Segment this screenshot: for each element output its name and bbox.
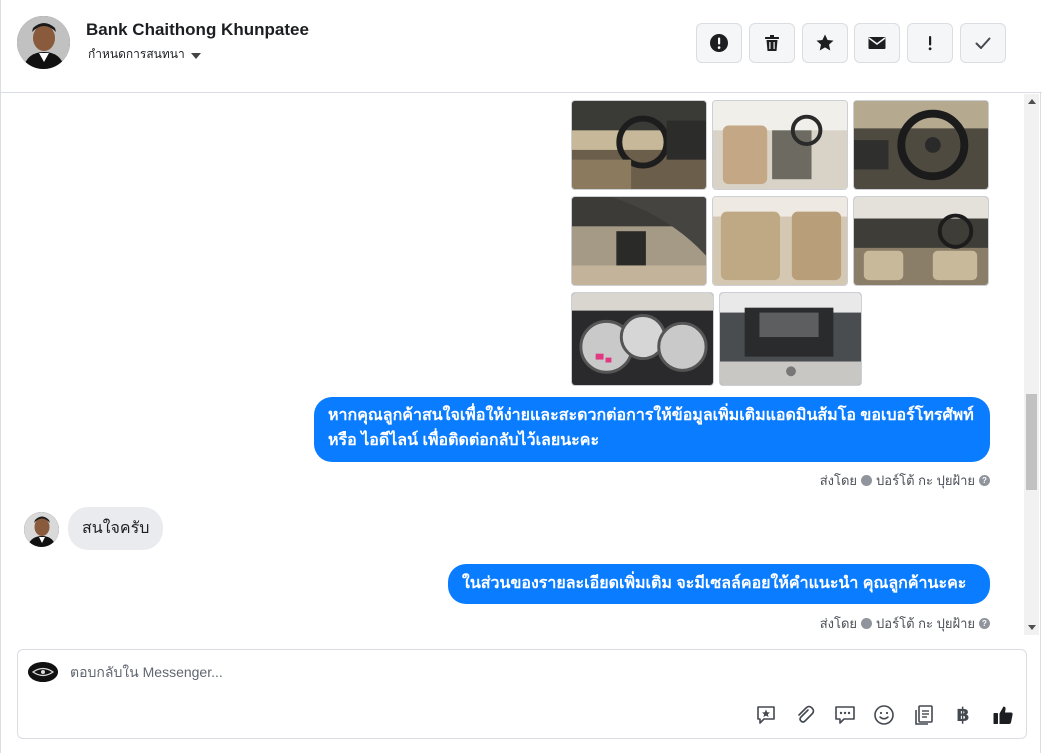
- message-photo[interactable]: [571, 100, 707, 190]
- outgoing-message-bubble[interactable]: หากคุณลูกค้าสนใจเพื่อให้ง่ายและสะดวกต่อก…: [314, 397, 990, 462]
- chevron-down-icon: [190, 52, 201, 59]
- sent-by-label: ส่งโดย ปอร์โต้ กะ ปุยฝ้าย ?: [820, 613, 990, 634]
- envelope-icon: [868, 37, 886, 49]
- attachment-button[interactable]: [792, 702, 818, 728]
- outgoing-message-bubble[interactable]: ในส่วนของรายละเอียดเพิ่มเติม จะมีเซลล์คอ…: [448, 564, 990, 604]
- reply-composer: ฿: [17, 649, 1027, 739]
- message-photo[interactable]: [853, 100, 989, 190]
- catalog-button[interactable]: [911, 702, 937, 728]
- scroll-up-arrow[interactable]: [1028, 99, 1036, 104]
- saved-reply-button[interactable]: [753, 702, 779, 728]
- delete-button[interactable]: [749, 23, 795, 63]
- scrollbar-thumb[interactable]: [1026, 394, 1037, 490]
- sent-by-agent: ปอร์โต้ กะ ปุยฝ้าย: [876, 473, 975, 488]
- alert-circle-icon: [710, 34, 728, 52]
- message-photo[interactable]: [719, 292, 862, 386]
- message-photo[interactable]: [571, 292, 714, 386]
- mark-spam-button[interactable]: [696, 23, 742, 63]
- reply-input[interactable]: [70, 664, 710, 680]
- attachment-icon: [798, 705, 815, 723]
- emoji-button[interactable]: [871, 702, 897, 728]
- thread-scrollbar[interactable]: [1024, 94, 1039, 635]
- sent-by-prefix: ส่งโดย: [819, 616, 858, 631]
- verified-agent-icon: [861, 475, 873, 486]
- sent-by-label: ส่งโดย ปอร์โต้ กะ ปุยฝ้าย ?: [820, 470, 990, 491]
- message-thread: หากคุณลูกค้าสนใจเพื่อให้ง่ายและสะดวกต่อก…: [1, 94, 1024, 635]
- conversation-header: Bank Chaithong Khunpatee กำหนดการสนทนา: [1, 0, 1042, 93]
- like-icon: [993, 706, 1013, 724]
- contact-avatar-small[interactable]: [24, 512, 59, 547]
- scroll-down-arrow[interactable]: [1028, 625, 1036, 630]
- checkmark-icon: [975, 37, 991, 49]
- sent-by-prefix: ส่งโดย: [819, 473, 858, 488]
- star-button[interactable]: [802, 23, 848, 63]
- catalog-icon: [915, 705, 933, 725]
- sent-by-agent: ปอร์โต้ กะ ปุยฝ้าย: [876, 616, 975, 631]
- quick-reply-icon: [835, 706, 855, 724]
- message-photo[interactable]: [712, 196, 848, 286]
- help-icon[interactable]: ?: [979, 618, 990, 629]
- inbox-conversation-panel: Bank Chaithong Khunpatee กำหนดการสนทนา ห…: [0, 0, 1042, 753]
- trash-icon: [765, 35, 779, 51]
- assign-conversation-dropdown[interactable]: กำหนดการสนทนา: [88, 45, 201, 64]
- page-logo: [28, 662, 58, 682]
- payment-button[interactable]: ฿: [950, 702, 976, 728]
- assign-label: กำหนดการสนทนา: [88, 47, 185, 61]
- verified-agent-icon: [861, 618, 873, 629]
- mark-unread-button[interactable]: [854, 23, 900, 63]
- quick-reply-button[interactable]: [832, 702, 858, 728]
- saved-reply-icon: [757, 706, 775, 724]
- contact-avatar[interactable]: [17, 16, 70, 69]
- message-photo[interactable]: [853, 196, 989, 286]
- incoming-message-bubble[interactable]: สนใจครับ: [68, 507, 164, 550]
- star-icon: [816, 34, 834, 51]
- emoji-icon: [874, 705, 894, 725]
- like-button[interactable]: [990, 702, 1016, 728]
- exclamation-icon: [928, 36, 932, 51]
- follow-up-button[interactable]: [907, 23, 953, 63]
- message-photo[interactable]: [571, 196, 707, 286]
- contact-name[interactable]: Bank Chaithong Khunpatee: [86, 20, 309, 40]
- help-icon[interactable]: ?: [979, 475, 990, 486]
- message-photo[interactable]: [712, 100, 848, 190]
- mark-done-button[interactable]: [960, 23, 1006, 63]
